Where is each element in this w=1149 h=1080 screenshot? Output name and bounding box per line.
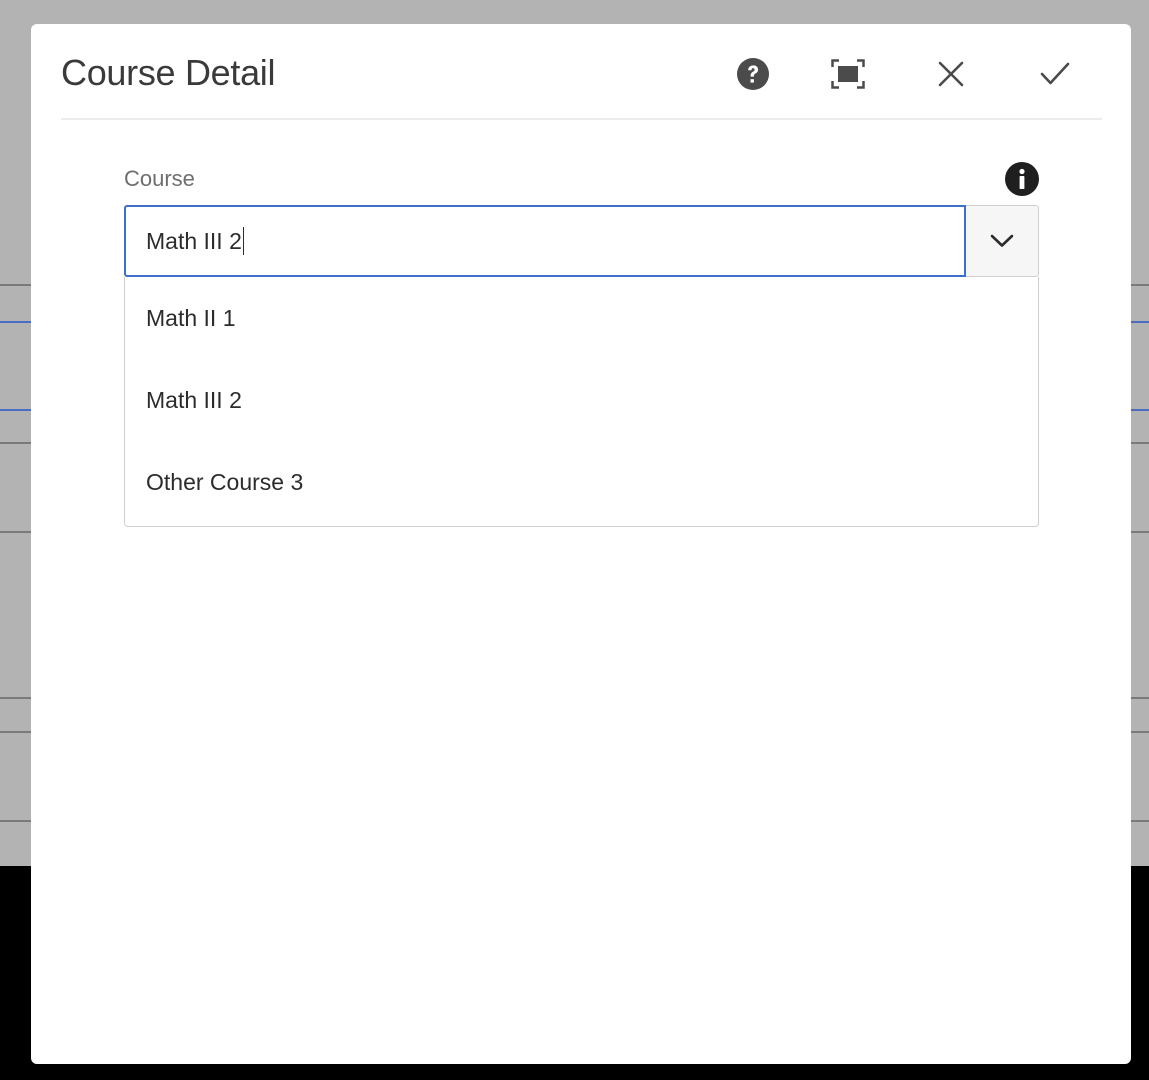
backdrop-divider bbox=[0, 409, 31, 411]
backdrop-divider bbox=[1131, 531, 1149, 533]
confirm-button[interactable] bbox=[1035, 54, 1075, 94]
backdrop-divider bbox=[1131, 697, 1149, 699]
backdrop-divider bbox=[1131, 820, 1149, 822]
option-other-course-3[interactable]: Other Course 3 bbox=[125, 441, 1038, 523]
chevron-down-icon bbox=[990, 234, 1014, 247]
course-dropdown-toggle[interactable] bbox=[966, 205, 1039, 277]
backdrop-divider bbox=[0, 321, 31, 323]
backdrop-divider bbox=[1131, 731, 1149, 733]
backdrop-divider bbox=[0, 442, 31, 444]
backdrop-divider bbox=[1131, 442, 1149, 444]
option-math-ii-1[interactable]: Math II 1 bbox=[125, 277, 1038, 359]
info-button[interactable] bbox=[1004, 161, 1040, 197]
help-icon bbox=[737, 58, 769, 90]
text-caret bbox=[242, 227, 245, 255]
backdrop-divider bbox=[1131, 284, 1149, 286]
option-math-iii-2[interactable]: Math III 2 bbox=[125, 359, 1038, 441]
help-button[interactable] bbox=[733, 54, 773, 94]
backdrop-divider bbox=[1131, 321, 1149, 323]
backdrop-divider bbox=[1131, 409, 1149, 411]
close-icon bbox=[938, 61, 964, 87]
course-field-label: Course bbox=[124, 166, 195, 191]
course-combobox-input[interactable]: Math III 2 bbox=[124, 205, 966, 277]
fullscreen-icon bbox=[831, 59, 865, 89]
fullscreen-button[interactable] bbox=[828, 54, 868, 94]
course-options-listbox: Math II 1 Math III 2 Other Course 3 bbox=[124, 277, 1039, 527]
backdrop-divider bbox=[0, 731, 31, 733]
backdrop-divider bbox=[0, 531, 31, 533]
dialog-title: Course Detail bbox=[61, 52, 276, 93]
course-detail-dialog: Course Detail Course Math III 2 Math II … bbox=[31, 24, 1131, 1064]
backdrop-divider bbox=[0, 284, 31, 286]
info-icon bbox=[1005, 162, 1039, 196]
backdrop-divider bbox=[0, 820, 31, 822]
backdrop-divider bbox=[0, 697, 31, 699]
header-divider bbox=[61, 118, 1102, 120]
close-button[interactable] bbox=[931, 54, 971, 94]
course-input-value: Math III 2 bbox=[146, 227, 242, 254]
check-icon bbox=[1040, 62, 1070, 85]
